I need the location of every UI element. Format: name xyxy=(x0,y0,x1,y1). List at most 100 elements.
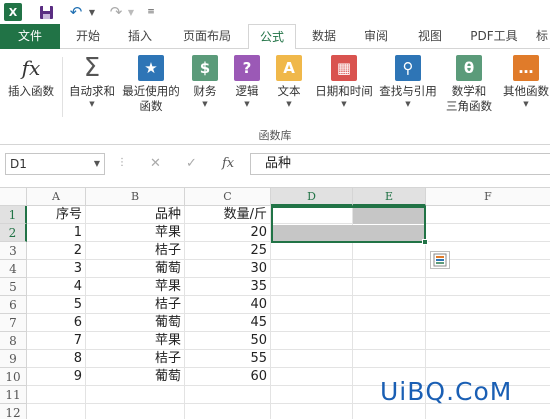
tab-formulas[interactable]: 公式 xyxy=(248,24,296,50)
cell-c10[interactable]: 60 xyxy=(185,368,270,386)
coins-icon: $ xyxy=(192,55,218,81)
row-header-2[interactable]: 2 xyxy=(0,224,27,242)
cell-c6[interactable]: 40 xyxy=(185,296,270,314)
cell-c5[interactable]: 35 xyxy=(185,278,270,296)
logical-label: 逻辑 xyxy=(235,84,259,98)
formulas-ribbon: fx 插入函数 Σ 自动求和 ▼ ★ 最近使用的 函数 $ 财务 ▼ ? 逻辑 … xyxy=(0,49,550,145)
cell-a10[interactable]: 9 xyxy=(27,368,85,386)
ribbon-tabs: 文件 开始 插入 页面布局 公式 数据 审阅 视图 PDF工具 标 xyxy=(0,24,550,50)
cell-b6[interactable]: 桔子 xyxy=(86,296,184,314)
redo-icon[interactable]: ↷ xyxy=(108,3,124,21)
row-header-8[interactable]: 8 xyxy=(0,332,27,350)
cell-c8[interactable]: 50 xyxy=(185,332,270,350)
row-header-7[interactable]: 7 xyxy=(0,314,27,332)
column-header-c[interactable]: C xyxy=(185,188,271,206)
cell-c3[interactable]: 25 xyxy=(185,242,270,260)
cell-a6[interactable]: 5 xyxy=(27,296,85,314)
cell-a3[interactable]: 2 xyxy=(27,242,85,260)
recently-used-button[interactable]: ★ 最近使用的 函数 xyxy=(120,55,182,114)
name-box[interactable]: D1 ▼ xyxy=(5,153,105,175)
cell-b3[interactable]: 桔子 xyxy=(86,242,184,260)
tab-review[interactable]: 审阅 xyxy=(354,24,398,49)
cell-a7[interactable]: 6 xyxy=(27,314,85,332)
cell-a5[interactable]: 4 xyxy=(27,278,85,296)
theta-icon: θ xyxy=(456,55,482,81)
chevron-down-icon[interactable]: ▼ xyxy=(94,154,100,174)
cell-c4[interactable]: 30 xyxy=(185,260,270,278)
name-box-value: D1 xyxy=(10,157,27,171)
tab-insert[interactable]: 插入 xyxy=(118,24,162,49)
insert-function-icon[interactable]: fx xyxy=(222,156,234,171)
row-header-10[interactable]: 10 xyxy=(0,368,27,386)
math-trig-label: 数学和 三角函数 xyxy=(446,84,492,113)
row-header-6[interactable]: 6 xyxy=(0,296,27,314)
math-trig-button[interactable]: θ 数学和 三角函数 xyxy=(442,55,496,114)
column-header-d[interactable]: D xyxy=(271,188,353,206)
row-header-12[interactable]: 12 xyxy=(0,404,27,419)
chevron-down-icon: ▼ xyxy=(202,100,208,108)
drag-handle-icon[interactable]: ⋮ xyxy=(117,157,127,168)
tab-view[interactable]: 视图 xyxy=(408,24,452,49)
date-time-button[interactable]: ▦ 日期和时间 ▼ xyxy=(312,55,376,109)
row-header-4[interactable]: 4 xyxy=(0,260,27,278)
customize-qat-icon[interactable]: ≡ xyxy=(146,3,156,21)
chevron-down-icon: ▼ xyxy=(89,100,95,108)
cell-a1[interactable]: 序号 xyxy=(27,206,85,224)
cell-b7[interactable]: 葡萄 xyxy=(86,314,184,332)
quick-analysis-icon[interactable] xyxy=(430,251,450,269)
tab-home[interactable]: 开始 xyxy=(66,24,110,49)
more-functions-icon: … xyxy=(513,55,539,81)
cell-b9[interactable]: 桔子 xyxy=(86,350,184,368)
row-header-9[interactable]: 9 xyxy=(0,350,27,368)
cell-b5[interactable]: 苹果 xyxy=(86,278,184,296)
financial-button[interactable]: $ 财务 ▼ xyxy=(188,55,222,109)
cell-b1[interactable]: 品种 xyxy=(86,206,184,224)
logical-button[interactable]: ? 逻辑 ▼ xyxy=(230,55,264,109)
watermark-text: UiBQ.CoM xyxy=(380,377,513,406)
cancel-icon[interactable]: ✕ xyxy=(150,156,161,171)
column-header-f[interactable]: F xyxy=(426,188,550,206)
cell-b4[interactable]: 葡萄 xyxy=(86,260,184,278)
redo-dropdown-icon[interactable]: ▼ xyxy=(127,3,135,21)
autosum-button[interactable]: Σ 自动求和 ▼ xyxy=(66,53,118,109)
chevron-down-icon: ▼ xyxy=(523,100,529,108)
cell-b8[interactable]: 苹果 xyxy=(86,332,184,350)
cell-b2[interactable]: 苹果 xyxy=(86,224,184,242)
undo-icon[interactable]: ↶ xyxy=(68,3,84,21)
recently-used-label: 最近使用的 函数 xyxy=(122,84,180,113)
cell-a4[interactable]: 3 xyxy=(27,260,85,278)
cell-c2[interactable]: 20 xyxy=(185,224,270,242)
fill-handle[interactable] xyxy=(422,239,428,245)
cell-c9[interactable]: 55 xyxy=(185,350,270,368)
row-header-1[interactable]: 1 xyxy=(0,206,27,224)
tab-pdf-tools[interactable]: PDF工具 xyxy=(462,24,526,49)
text-button[interactable]: A 文本 ▼ xyxy=(272,55,306,109)
undo-dropdown-icon[interactable]: ▼ xyxy=(88,3,96,21)
cell-b10[interactable]: 葡萄 xyxy=(86,368,184,386)
column-header-e[interactable]: E xyxy=(353,188,426,206)
cell-a8[interactable]: 7 xyxy=(27,332,85,350)
row-header-11[interactable]: 11 xyxy=(0,386,27,404)
save-icon[interactable] xyxy=(38,3,54,21)
cell-a9[interactable]: 8 xyxy=(27,350,85,368)
sigma-icon: Σ xyxy=(83,53,101,83)
tab-page-layout[interactable]: 页面布局 xyxy=(172,24,242,49)
column-header-a[interactable]: A xyxy=(27,188,86,206)
select-all-corner[interactable] xyxy=(0,188,27,206)
formula-input[interactable]: 品种 xyxy=(250,153,550,175)
calendar-icon: ▦ xyxy=(331,55,357,81)
tab-data[interactable]: 数据 xyxy=(302,24,346,49)
lookup-reference-button[interactable]: ⚲ 查找与引用 ▼ xyxy=(376,55,440,109)
cell-a2[interactable]: 1 xyxy=(27,224,85,242)
financial-label: 财务 xyxy=(193,84,217,98)
cell-c1[interactable]: 数量/斤 xyxy=(185,206,270,224)
cell-c7[interactable]: 45 xyxy=(185,314,270,332)
row-header-5[interactable]: 5 xyxy=(0,278,27,296)
more-functions-button[interactable]: … 其他函数 ▼ xyxy=(500,55,550,109)
enter-icon[interactable]: ✓ xyxy=(186,156,197,171)
tab-file[interactable]: 文件 xyxy=(0,24,60,49)
row-header-3[interactable]: 3 xyxy=(0,242,27,260)
insert-function-button[interactable]: fx 插入函数 xyxy=(4,55,58,99)
column-header-b[interactable]: B xyxy=(86,188,185,206)
tab-overflow[interactable]: 标 xyxy=(534,24,550,49)
